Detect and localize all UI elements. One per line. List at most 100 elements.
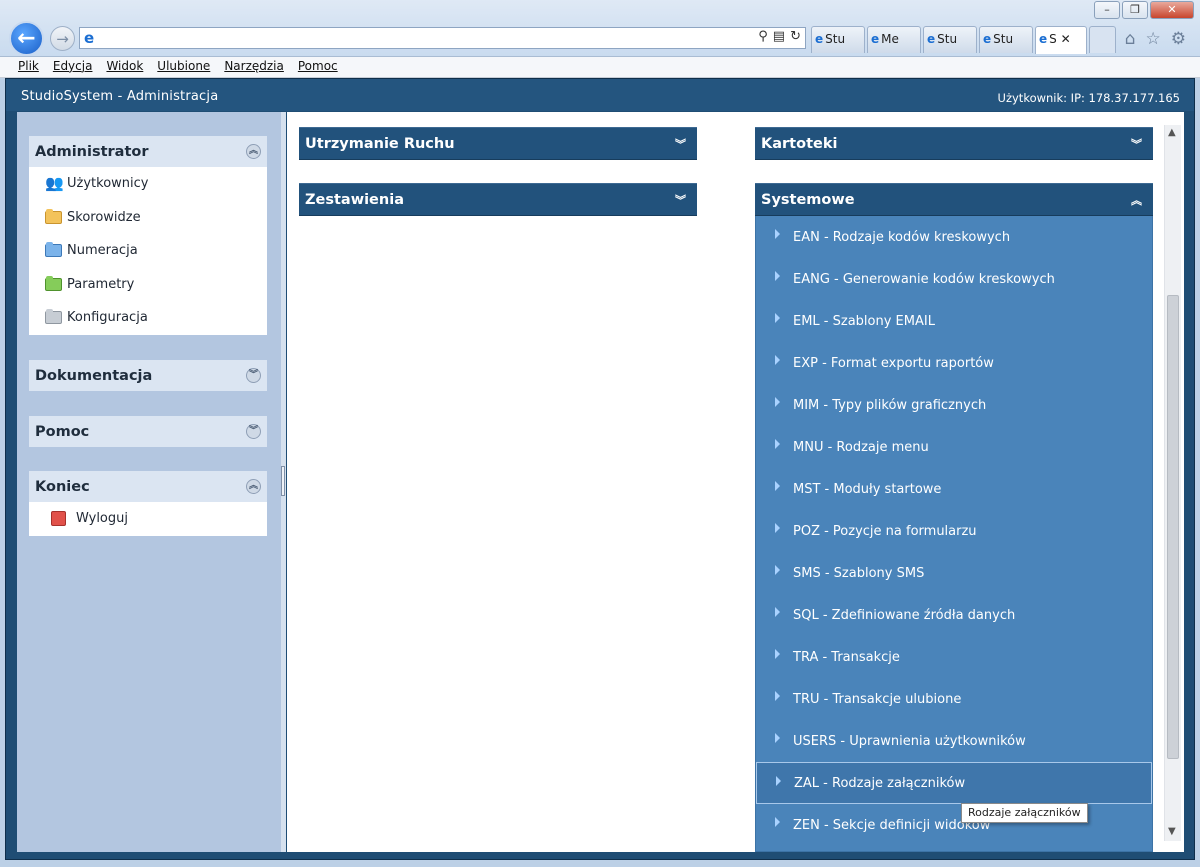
list-item[interactable]: USERS - Uprawnienia użytkowników bbox=[756, 720, 1152, 762]
menu-plik[interactable]: Plik bbox=[11, 57, 46, 77]
vertical-scrollbar[interactable]: ▲ ▼ bbox=[1164, 125, 1181, 841]
list-item-label: SMS - Szablony SMS bbox=[793, 565, 925, 581]
list-item[interactable]: EML - Szablony EMAIL bbox=[756, 300, 1152, 342]
list-item-label: EXP - Format exportu raportów bbox=[793, 355, 994, 371]
sidebar-section-pomoc: Pomoc ︾ bbox=[29, 416, 267, 447]
menu-ulubione[interactable]: Ulubione bbox=[150, 57, 217, 77]
favorites-star-icon[interactable]: ☆ bbox=[1146, 29, 1161, 49]
panel-title: Kartoteki bbox=[761, 135, 838, 152]
section-header[interactable]: Koniec ︽ bbox=[29, 471, 267, 502]
list-item[interactable]: POZ - Pozycje na formularzu bbox=[756, 510, 1152, 552]
splitter-handle[interactable] bbox=[281, 466, 285, 496]
menu-edycja[interactable]: Edycja bbox=[46, 57, 100, 77]
forward-button[interactable]: → bbox=[50, 26, 75, 51]
panel-body: EAN - Rodzaje kodów kreskowych EANG - Ge… bbox=[755, 216, 1153, 852]
sidebar-item-numeracja[interactable]: Numeracja bbox=[29, 234, 267, 268]
expand-icon[interactable]: ︾ bbox=[1131, 136, 1142, 152]
tab-strip: e Stu e Me e Stu e Stu eS ✕ bbox=[811, 26, 1116, 54]
section-body: Wyloguj bbox=[29, 502, 267, 536]
section-body: 👥 Użytkownicy Skorowidze Numeracja Param… bbox=[29, 167, 267, 335]
scroll-up-icon[interactable]: ▲ bbox=[1168, 127, 1176, 138]
panel-title: Systemowe bbox=[761, 191, 855, 208]
sidebar-item-wyloguj[interactable]: Wyloguj bbox=[29, 502, 267, 536]
arrow-right-icon bbox=[775, 733, 780, 743]
list-item[interactable]: ZEN - Sekcje definicji widoków bbox=[756, 804, 1152, 846]
arrow-right-icon bbox=[775, 313, 780, 323]
list-item[interactable]: MNU - Rodzaje menu bbox=[756, 426, 1152, 468]
list-item[interactable]: EANG - Generowanie kodów kreskowych bbox=[756, 258, 1152, 300]
logout-icon bbox=[51, 511, 66, 527]
gear-icon[interactable]: ⚙ bbox=[1171, 29, 1186, 49]
section-title: Koniec bbox=[35, 478, 90, 495]
list-item[interactable]: MST - Moduły startowe bbox=[756, 468, 1152, 510]
address-bar[interactable]: e ⚲ ▤ ↻ bbox=[79, 27, 806, 49]
back-button[interactable]: ← bbox=[9, 21, 44, 56]
section-header[interactable]: Administrator ︽ bbox=[29, 136, 267, 167]
sidebar-item-parametry[interactable]: Parametry bbox=[29, 268, 267, 302]
browser-tab[interactable]: e Stu bbox=[923, 26, 977, 53]
tab-label: Stu bbox=[825, 32, 846, 46]
ie-logo-icon: e bbox=[1039, 32, 1048, 46]
search-icon[interactable]: ⚲ bbox=[758, 29, 768, 44]
sidebar-item-label: Konfiguracja bbox=[67, 310, 148, 326]
section-title: Pomoc bbox=[35, 423, 90, 440]
refresh-icon[interactable]: ↻ bbox=[790, 29, 801, 44]
collapse-icon[interactable]: ︽ bbox=[1131, 192, 1142, 208]
minimize-button[interactable]: – bbox=[1094, 1, 1120, 19]
compat-icon[interactable]: ▤ bbox=[773, 29, 785, 44]
arrow-right-icon bbox=[775, 481, 780, 491]
users-icon: 👥 bbox=[45, 174, 64, 193]
browser-chrome: – ❐ ✕ ← → e ⚲ ▤ ↻ e Stu e Me e Stu e Stu eS … bbox=[0, 0, 1200, 57]
menu-narzedzia[interactable]: Narzędzia bbox=[217, 57, 291, 77]
list-item[interactable]: EXP - Format exportu raportów bbox=[756, 342, 1152, 384]
list-item-label: EAN - Rodzaje kodów kreskowych bbox=[793, 229, 1011, 245]
collapse-icon[interactable]: ︽ bbox=[246, 479, 261, 494]
new-tab-button[interactable] bbox=[1089, 26, 1116, 53]
list-item-hovered[interactable]: ZAL - Rodzaje załączników bbox=[756, 762, 1152, 804]
section-header[interactable]: Dokumentacja ︾ bbox=[29, 360, 267, 391]
restore-button[interactable]: ❐ bbox=[1122, 1, 1148, 19]
sidebar-item-uzytkownicy[interactable]: 👥 Użytkownicy bbox=[29, 167, 267, 201]
ie-logo-icon: e bbox=[84, 29, 95, 47]
browser-tab[interactable]: e Me bbox=[867, 26, 921, 53]
panel-systemowe: Systemowe ︽ EAN - Rodzaje kodów kreskowy… bbox=[755, 183, 1153, 852]
sidebar-item-skorowidze[interactable]: Skorowidze bbox=[29, 201, 267, 235]
list-item[interactable]: SMS - Szablony SMS bbox=[756, 552, 1152, 594]
list-item[interactable]: MIM - Typy plików graficznych bbox=[756, 384, 1152, 426]
tab-label: Stu bbox=[993, 32, 1014, 46]
scroll-down-icon[interactable]: ▼ bbox=[1168, 826, 1176, 837]
close-window-button[interactable]: ✕ bbox=[1150, 1, 1194, 19]
expand-icon[interactable]: ︾ bbox=[675, 192, 686, 208]
list-item-label: EANG - Generowanie kodów kreskowych bbox=[793, 271, 1055, 287]
ie-logo-icon: e bbox=[927, 32, 936, 46]
arrow-right-icon bbox=[775, 649, 780, 659]
collapse-icon[interactable]: ︽ bbox=[246, 144, 261, 159]
close-tab-icon[interactable]: ✕ bbox=[1061, 32, 1071, 46]
expand-icon[interactable]: ︾ bbox=[246, 424, 261, 439]
list-item[interactable]: SQL - Zdefiniowane źródła danych bbox=[756, 594, 1152, 636]
sidebar-item-label: Użytkownicy bbox=[67, 176, 149, 192]
menu-widok[interactable]: Widok bbox=[99, 57, 150, 77]
browser-tab[interactable]: e Stu bbox=[811, 26, 865, 53]
browser-tab[interactable]: e Stu bbox=[979, 26, 1033, 53]
sidebar-item-label: Numeracja bbox=[67, 243, 138, 259]
list-item[interactable]: TRU - Transakcje ulubione bbox=[756, 678, 1152, 720]
panel-header[interactable]: Zestawienia ︾ bbox=[299, 183, 697, 216]
sidebar: Administrator ︽ 👥 Użytkownicy Skorowidze… bbox=[17, 112, 281, 852]
browser-tab-active[interactable]: eS ✕ bbox=[1035, 26, 1087, 54]
panel-header[interactable]: Utrzymanie Ruchu ︾ bbox=[299, 127, 697, 160]
arrow-right-icon bbox=[776, 776, 781, 786]
expand-icon[interactable]: ︾ bbox=[675, 136, 686, 152]
menu-pomoc[interactable]: Pomoc bbox=[291, 57, 345, 77]
ie-logo-icon: e bbox=[815, 32, 824, 46]
home-icon[interactable]: ⌂ bbox=[1125, 29, 1136, 49]
tab-label: S bbox=[1049, 32, 1057, 46]
panel-header[interactable]: Systemowe ︽ bbox=[755, 183, 1153, 216]
list-item[interactable]: EAN - Rodzaje kodów kreskowych bbox=[756, 216, 1152, 258]
section-header[interactable]: Pomoc ︾ bbox=[29, 416, 267, 447]
list-item[interactable]: TRA - Transakcje bbox=[756, 636, 1152, 678]
expand-icon[interactable]: ︾ bbox=[246, 368, 261, 383]
sidebar-item-konfiguracja[interactable]: Konfiguracja bbox=[29, 301, 267, 335]
scrollbar-thumb[interactable] bbox=[1167, 295, 1179, 759]
panel-header[interactable]: Kartoteki ︾ bbox=[755, 127, 1153, 160]
